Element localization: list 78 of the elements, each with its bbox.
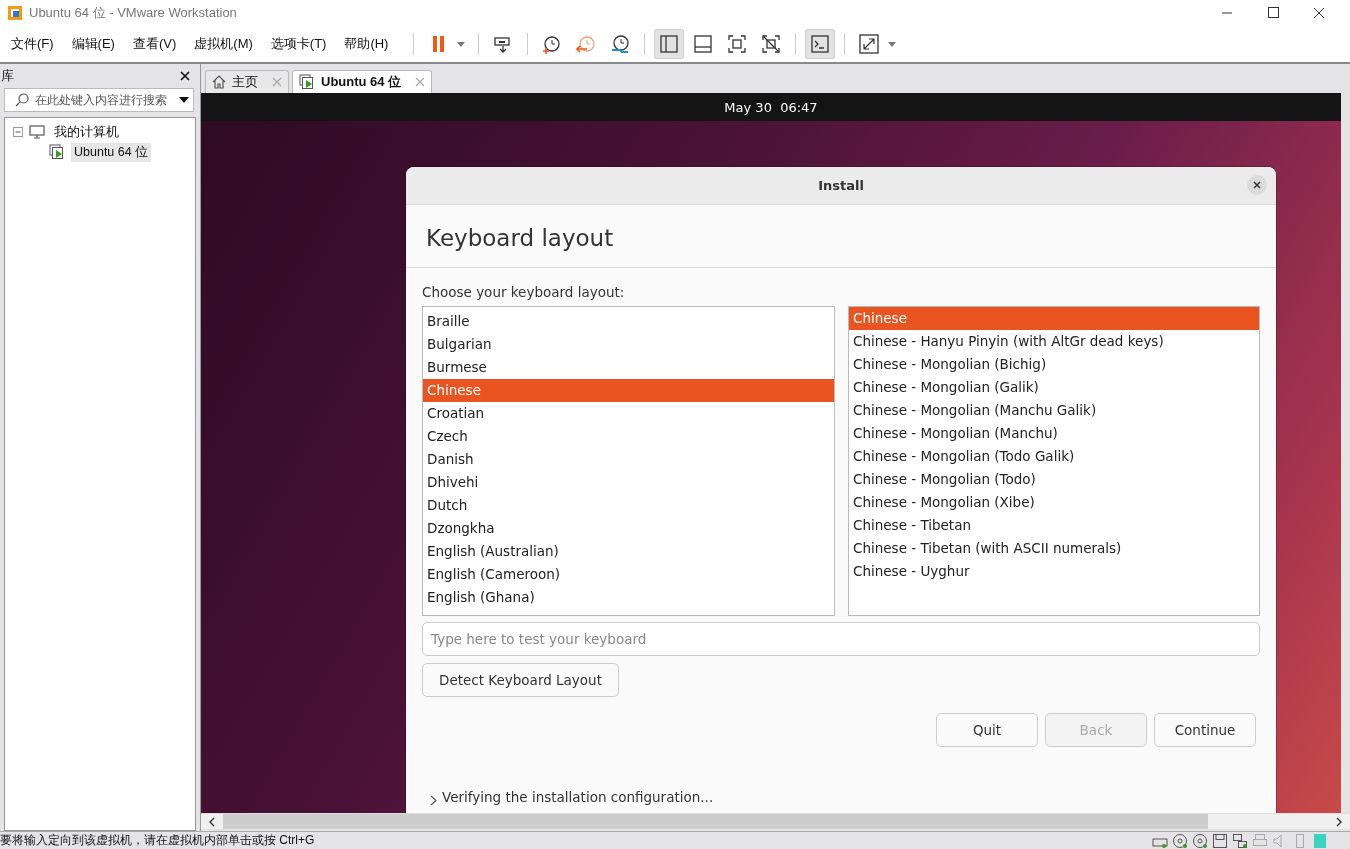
window-title: Install [818,178,864,193]
menu-item[interactable]: 帮助(H) [344,35,389,53]
list-item[interactable]: Chinese - Mongolian (Xibe) [849,491,1259,514]
sidebar-button[interactable] [654,29,685,59]
list-item[interactable]: Chinese - Mongolian (Bichig) [849,353,1259,376]
list-item[interactable]: Danish [423,448,834,471]
tab[interactable]: Ubuntu 64 位 [292,70,433,93]
close-icon[interactable] [180,71,190,81]
vm-icon [49,144,65,160]
dialog-button[interactable]: Quit [936,713,1038,747]
dialog-button[interactable]: Continue [1154,713,1256,747]
tree-item[interactable]: Ubuntu 64 位 [71,142,152,162]
prompt-label: Choose your keyboard layout: [422,284,626,300]
terminal-button[interactable] [805,29,836,59]
app-logo-icon [7,5,23,21]
dropdown-caret-icon [179,97,189,103]
progress-note: Verifying the installation configuration... [442,788,714,805]
clock-icon [609,33,632,55]
list-item[interactable]: Bulgarian [423,333,834,356]
list-item[interactable]: Chinese - Mongolian (Todo) [849,468,1259,491]
menu-item[interactable]: 选项卡(T) [270,35,327,53]
tree-item[interactable]: 我的计算机 [51,122,122,142]
detect-layout-button[interactable]: Detect Keyboard Layout [422,663,619,697]
menu-item[interactable]: 编辑(E) [71,35,115,53]
crossed-window-icon [760,33,783,55]
list-item[interactable]: Chinese - Tibetan (with ASCII numerals) [849,537,1259,560]
close-icon[interactable] [1247,175,1267,195]
list-item[interactable]: Chinese - Hanyu Pinyin (with AltGr dead keys) [849,330,1259,353]
tab-label: Ubuntu 64 位 [321,73,402,91]
network-icon[interactable] [1232,832,1248,849]
disc-icon[interactable] [1192,832,1208,849]
list-item[interactable]: Czech [423,425,834,448]
chevron-icon[interactable] [430,795,437,806]
fullscreen-icon [726,33,749,55]
list-item[interactable]: Chinese - Uyghur [849,560,1259,583]
expand-icon [858,33,881,55]
list-item[interactable]: Chinese - Mongolian (Manchu Galik) [849,399,1259,422]
scroll-thumb[interactable] [223,814,1208,829]
list-item[interactable]: Burmese [423,356,834,379]
caret-icon [888,41,897,47]
menu-item[interactable]: 查看(V) [132,35,177,53]
computer-icon [29,125,45,139]
list-item[interactable]: Braille [423,310,834,333]
vm-icon [299,74,315,90]
list-item[interactable]: Chinese - Tibetan [849,514,1259,537]
list-item[interactable]: Croatian [423,402,834,425]
sidebar-icon [658,33,681,55]
search-icon [15,93,29,107]
list-item[interactable]: English (Cameroon) [423,563,834,586]
list-item[interactable]: Chinese - Mongolian (Galik) [849,376,1259,399]
menu-item[interactable]: 文件(F) [11,35,54,53]
test-input-field[interactable]: Type here to test your keyboard [422,622,1260,656]
tab-label: 主页 [232,73,258,91]
list-item[interactable]: Chinese - Mongolian (Todo Galik) [849,445,1259,468]
tab[interactable]: 主页 [205,70,289,93]
list-item[interactable]: Dzongkha [423,517,834,540]
status-text: 要将输入定向到该虚拟机，请在虚拟机内部单击或按 Ctrl+G [0,832,316,849]
caret-icon [457,41,466,47]
list-item[interactable]: Chinese [423,379,834,402]
list-item[interactable]: English (Ghana) [423,586,834,609]
list-item[interactable]: English (Australian) [423,540,834,563]
menu-item[interactable]: 虚拟机(M) [194,35,253,53]
list-item[interactable]: Chinese [849,307,1259,330]
terminal-icon [809,33,832,55]
library-title: 库 [1,67,14,85]
list-item[interactable]: Dhivehi [423,471,834,494]
list-item[interactable]: Dutch [423,494,834,517]
clock: May 30 06:47 [724,99,818,115]
panel-icon [692,33,715,55]
horizontal-scrollbar[interactable] [201,813,1350,829]
collapse-icon[interactable] [13,127,23,137]
clock-icon [575,33,598,55]
search-field[interactable]: 在此处键入内容进行搜索 [4,88,194,112]
page-heading: Keyboard layout [406,205,1276,268]
window-title: Ubuntu 64 位 - VMware Workstation [29,4,238,22]
list-item[interactable]: Chinese - Mongolian (Manchu) [849,422,1259,445]
home-icon [212,75,226,89]
disc-icon[interactable] [1172,832,1188,849]
